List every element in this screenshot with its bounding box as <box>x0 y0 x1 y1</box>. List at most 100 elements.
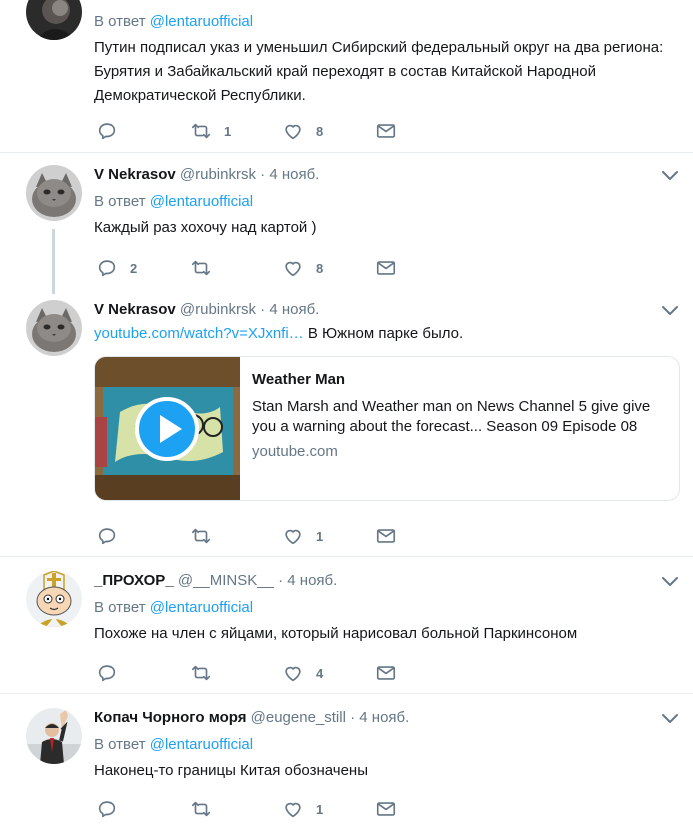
tweet[interactable]: В ответ @lentaruofficial Путин подписал … <box>0 0 693 152</box>
reply-icon <box>98 123 116 140</box>
tweet-date[interactable]: 4 нояб. <box>359 709 409 726</box>
user-handle[interactable]: @rubinkrsk <box>180 301 256 318</box>
retweet-button[interactable] <box>190 798 224 820</box>
avatar[interactable] <box>26 0 82 40</box>
like-button[interactable]: 8 <box>282 120 323 142</box>
play-icon[interactable] <box>135 397 199 461</box>
envelope-icon <box>376 529 396 543</box>
user-name[interactable]: V Nekrasov <box>94 166 176 183</box>
user-name[interactable]: Копач Чорного моря <box>94 709 246 726</box>
mention-link[interactable]: @lentaruofficial <box>150 193 253 210</box>
retweet-icon <box>191 528 211 544</box>
avatar[interactable] <box>26 165 82 221</box>
like-button[interactable]: 4 <box>282 662 323 684</box>
heart-icon <box>285 261 301 277</box>
tweet[interactable]: _ПРОХОР_ @__MINSK__ · 4 нояб. В ответ @l… <box>0 557 693 693</box>
link-card[interactable]: Weather Man Stan Marsh and Weather man o… <box>94 356 680 501</box>
user-handle[interactable]: @eugene_still <box>251 709 346 726</box>
tweet[interactable]: Копач Чорного моря @eugene_still · 4 ноя… <box>0 694 693 829</box>
like-button[interactable]: 8 <box>282 257 323 279</box>
mention-link[interactable]: @lentaruofficial <box>150 736 253 753</box>
envelope-icon <box>376 261 396 275</box>
mention-link[interactable]: @lentaruofficial <box>150 599 253 616</box>
retweet-icon <box>191 665 211 681</box>
dm-button[interactable] <box>375 662 397 684</box>
reply-context: В ответ @lentaruofficial <box>94 192 679 212</box>
chevron-down-icon[interactable] <box>661 713 679 725</box>
like-count: 1 <box>316 801 324 817</box>
like-count: 4 <box>316 665 324 681</box>
tweet-actions: 1 <box>94 798 414 820</box>
reply-context: В ответ @lentaruofficial <box>94 735 679 755</box>
reply-label: В ответ <box>94 13 146 30</box>
reply-button[interactable]: 2 <box>96 257 137 279</box>
reply-label: В ответ <box>94 193 146 210</box>
user-handle[interactable]: @rubinkrsk <box>180 166 256 183</box>
tweet-date[interactable]: 4 нояб. <box>269 301 319 318</box>
retweet-button[interactable] <box>190 662 224 684</box>
reply-label: В ответ <box>94 599 146 616</box>
reply-button[interactable] <box>96 120 130 142</box>
avatar[interactable] <box>26 571 82 627</box>
reply-icon <box>98 801 116 818</box>
heart-icon <box>285 802 301 818</box>
dm-button[interactable] <box>375 257 397 279</box>
reply-context: В ответ @lentaruofficial <box>94 12 679 32</box>
envelope-icon <box>376 124 396 138</box>
tweet-text: Каждый раз хохочу над картой ) <box>94 219 317 236</box>
avatar[interactable] <box>26 300 82 356</box>
tweet[interactable]: V Nekrasov @rubinkrsk · 4 нояб. В ответ … <box>0 153 693 294</box>
thread-line <box>52 229 55 294</box>
chevron-down-icon[interactable] <box>661 305 679 317</box>
retweet-button[interactable]: 1 <box>190 120 231 142</box>
retweet-count: 1 <box>224 123 232 139</box>
separator-dot: · <box>260 166 266 183</box>
tweet-text: Похоже на член с яйцами, который нарисов… <box>94 625 578 642</box>
avatar[interactable] <box>26 708 82 764</box>
dm-button[interactable] <box>375 120 397 142</box>
retweet-icon <box>191 123 211 139</box>
heart-icon <box>285 666 301 682</box>
tweet-text: Наконец-то границы Китая обозначены <box>94 762 368 779</box>
envelope-icon <box>376 666 396 680</box>
tweet-date[interactable]: 4 нояб. <box>269 166 319 183</box>
dm-button[interactable] <box>375 798 397 820</box>
tweet-text: Путин подписал указ и уменьшил Сибирский… <box>94 39 664 104</box>
reply-label: В ответ <box>94 736 146 753</box>
tweet[interactable]: V Nekrasov @rubinkrsk · 4 нояб. youtube.… <box>0 288 693 555</box>
chevron-down-icon[interactable] <box>661 170 679 182</box>
separator-dot: · <box>260 301 266 318</box>
like-button[interactable]: 1 <box>282 798 323 820</box>
heart-icon <box>285 124 301 140</box>
separator-dot: · <box>350 709 356 726</box>
tweet-actions: 1 <box>94 525 414 547</box>
reply-icon <box>98 260 116 277</box>
retweet-icon <box>191 801 211 817</box>
card-thumbnail[interactable] <box>95 357 240 500</box>
like-count: 8 <box>316 123 324 139</box>
chevron-down-icon[interactable] <box>661 576 679 588</box>
youtube-link[interactable]: youtube.com/watch?v=XJxnfi… <box>94 325 304 342</box>
reply-button[interactable] <box>96 798 130 820</box>
tweet-text: youtube.com/watch?v=XJxnfi… В Южном парк… <box>94 322 679 346</box>
tweet-text-after-link: В Южном парке было. <box>303 325 464 342</box>
tweet-date[interactable]: 4 нояб. <box>287 572 337 589</box>
like-count: 1 <box>316 528 324 544</box>
reply-button[interactable] <box>96 662 130 684</box>
tweet-header: _ПРОХОР_ @__MINSK__ · 4 нояб. <box>94 571 679 591</box>
user-name[interactable]: _ПРОХОР_ <box>94 572 174 589</box>
like-button[interactable]: 1 <box>282 525 323 547</box>
retweet-button[interactable] <box>190 525 224 547</box>
tweet-actions: 1 8 <box>94 120 414 142</box>
reply-icon <box>98 528 116 545</box>
user-handle[interactable]: @__MINSK__ <box>178 572 274 589</box>
reply-button[interactable] <box>96 525 130 547</box>
card-title: Weather Man <box>252 371 346 388</box>
tweet-actions: 4 <box>94 662 414 684</box>
dm-button[interactable] <box>375 525 397 547</box>
tweet-header: Копач Чорного моря @eugene_still · 4 ноя… <box>94 708 679 728</box>
card-domain: youtube.com <box>252 443 338 460</box>
mention-link[interactable]: @lentaruofficial <box>150 13 253 30</box>
user-name[interactable]: V Nekrasov <box>94 301 176 318</box>
retweet-button[interactable] <box>190 257 224 279</box>
